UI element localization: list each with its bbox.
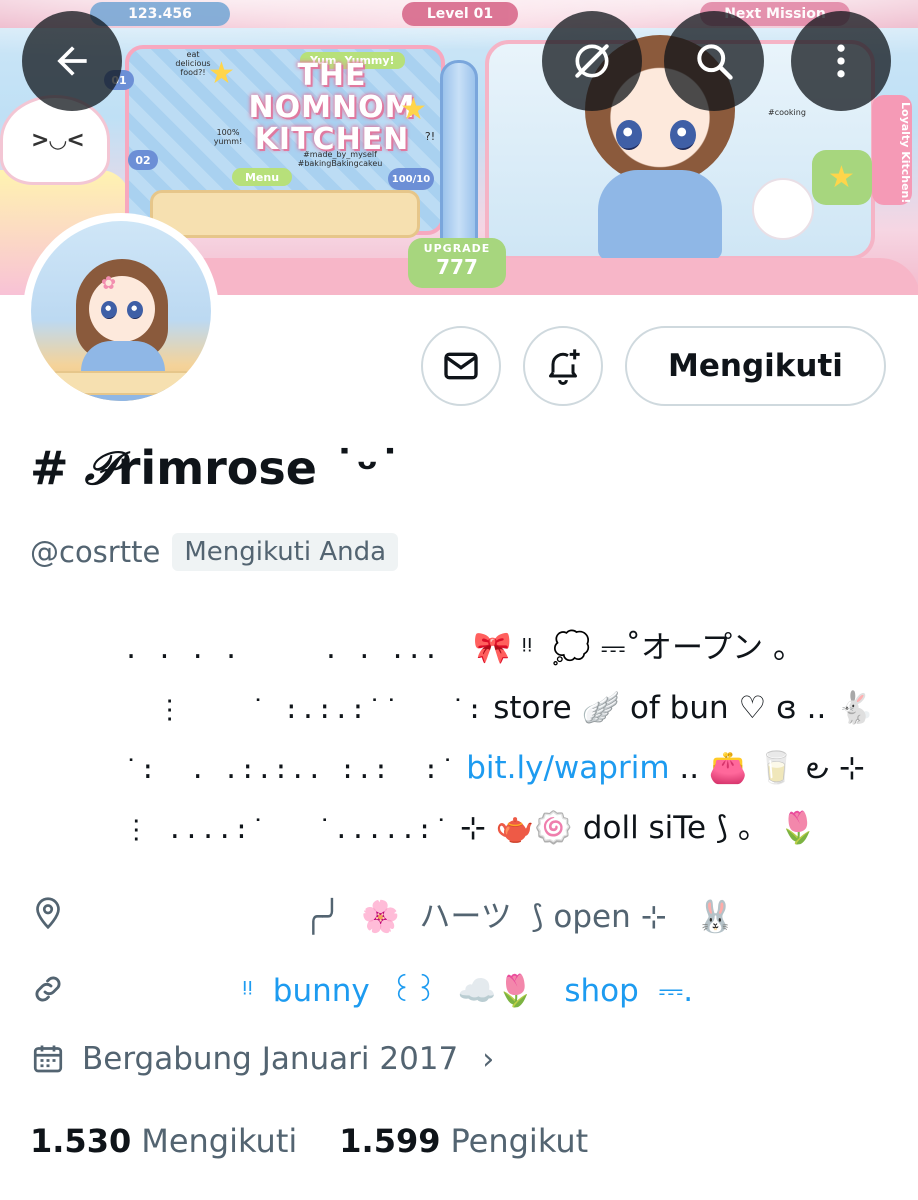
banner-badge-02: 02 bbox=[128, 150, 158, 170]
chevron-right-icon: › bbox=[482, 1041, 495, 1077]
follows-you-badge: Mengikuti Anda bbox=[172, 533, 399, 571]
flower-icon: ✿ bbox=[101, 273, 117, 294]
bio-text: 🎀 ᵎᵎ 💭 ⎓˚オープン 。 bbox=[473, 630, 804, 666]
avatar-image: ✿ bbox=[31, 221, 211, 401]
star-icon: ★ bbox=[208, 56, 235, 91]
website-link[interactable]: ᵎᵎ bunny ꒰꒱ ☁️🌷 shop ⎓. bbox=[242, 968, 693, 1010]
star-icon: ★ bbox=[828, 160, 855, 195]
bio-line: ⋮ ....:˙ ˙.....:˙ ⊹ 🫖🍥 doll siTe ⟆ 。 🌷 bbox=[0, 804, 918, 852]
banner-column bbox=[440, 60, 478, 260]
banner-hashtags: #made_by_myself #bakingBakingcakeu bbox=[297, 150, 383, 168]
display-name-prefix: # bbox=[30, 441, 85, 495]
bio-text: ⊹ 🫖🍥 doll siTe ⟆ 。 🌷 bbox=[450, 810, 818, 846]
back-button[interactable] bbox=[22, 11, 122, 111]
bio-text: store 🪽 of bun ♡ ɞ .. 🐇 bbox=[483, 690, 875, 726]
eye-icon bbox=[127, 301, 143, 319]
banner-upgrade-label: UPGRADE bbox=[423, 242, 491, 255]
followers-label: Pengikut bbox=[450, 1122, 589, 1160]
more-vertical-icon bbox=[837, 44, 845, 78]
display-name: # 𝒫rimrose ˙ᵕ˙ bbox=[30, 438, 401, 498]
location-row: ╭╯ 🌸 ハーツ ⟆ open ⊹ 🐰 bbox=[30, 888, 890, 938]
bio-dots: ⋮ ˙ :.:.:˙˙ ˙: bbox=[90, 695, 484, 725]
banner-pink-wave bbox=[160, 258, 918, 295]
link-icon bbox=[35, 976, 61, 1002]
envelope-icon bbox=[444, 352, 478, 380]
joined-text: Bergabung Januari 2017 bbox=[82, 1041, 459, 1077]
following-stat[interactable]: 1.530 Mengikuti bbox=[30, 1122, 297, 1160]
eye-icon bbox=[101, 301, 117, 319]
banner-cooking-note: #cooking bbox=[768, 108, 806, 117]
calendar-icon bbox=[33, 1045, 63, 1073]
star-icon: ★ bbox=[400, 92, 427, 127]
banner-percent-note: 100% yumm! bbox=[213, 128, 243, 146]
banner-upgrade: UPGRADE 777 bbox=[408, 238, 506, 288]
website-row: ᵎᵎ bunny ꒰꒱ ☁️🌷 shop ⎓. bbox=[30, 964, 890, 1014]
banner-loyal: Loyalty Kitchen! bbox=[872, 95, 912, 205]
more-button[interactable] bbox=[791, 11, 891, 111]
eye-icon bbox=[616, 120, 642, 150]
display-name-rest: rimrose ˙ᵕ˙ bbox=[117, 441, 402, 495]
bell-plus-icon bbox=[549, 349, 580, 385]
search-icon bbox=[697, 44, 733, 80]
banner-shelf bbox=[150, 190, 420, 238]
avatar[interactable]: ✿ bbox=[23, 213, 219, 409]
location-text: ╭╯ 🌸 ハーツ ⟆ open ⊹ 🐰 bbox=[304, 898, 735, 935]
bio-text: .. 👛 🥛 ౿ ⊹ bbox=[669, 750, 865, 786]
banner-upgrade-value: 777 bbox=[436, 255, 478, 279]
handle-row: @cosrtte Mengikuti Anda bbox=[30, 530, 399, 574]
bio-link[interactable]: bit.ly/waprim bbox=[456, 750, 669, 786]
banner-girl-body bbox=[598, 170, 722, 260]
banner-bunny-left: >◡< bbox=[0, 95, 110, 185]
bio-dots: . . . . . . ... bbox=[90, 635, 474, 665]
location-pin-icon bbox=[36, 897, 60, 930]
bio-dots: ⋮ ....:˙ ˙.....:˙ bbox=[90, 815, 451, 845]
banner-score: 123.456 bbox=[90, 2, 230, 26]
eye-icon bbox=[670, 120, 696, 150]
bio-line: ˙: . .:.:.. :.: :˙ bit.ly/waprim .. 👛 🥛 … bbox=[0, 744, 918, 792]
user-handle: @cosrtte bbox=[30, 535, 161, 569]
banner-menu: Menu bbox=[232, 168, 292, 186]
bio-line: . . . . . . ... 🎀 ᵎᵎ 💭 ⎓˚オープン 。 bbox=[0, 624, 918, 672]
followers-stat[interactable]: 1.599 Pengikut bbox=[339, 1122, 588, 1160]
search-button[interactable] bbox=[664, 11, 764, 111]
bio-dots: ˙: . .:.:.. :.: :˙ bbox=[90, 755, 457, 785]
following-button[interactable]: Mengikuti bbox=[625, 326, 886, 406]
back-arrow-icon bbox=[57, 46, 87, 76]
notify-button[interactable] bbox=[523, 326, 603, 406]
following-label: Mengikuti bbox=[141, 1122, 298, 1160]
bunny-face-icon: >◡< bbox=[31, 128, 85, 153]
following-count: 1.530 bbox=[30, 1122, 132, 1160]
avatar-face bbox=[89, 276, 155, 342]
banner-level: Level 01 bbox=[402, 2, 518, 26]
follow-stats: 1.530 Mengikuti 1.599 Pengikut bbox=[30, 1116, 588, 1166]
avatar-shelf bbox=[51, 371, 191, 395]
display-name-script: 𝒫 bbox=[84, 441, 118, 495]
grok-button[interactable] bbox=[542, 11, 642, 111]
followers-count: 1.599 bbox=[339, 1122, 441, 1160]
banner-counter: 100/10 bbox=[388, 168, 434, 190]
banner-bunny-right bbox=[752, 178, 814, 240]
banner-question: ?! bbox=[424, 130, 436, 143]
grok-icon bbox=[575, 44, 609, 78]
joined-row[interactable]: Bergabung Januari 2017 › bbox=[30, 1034, 890, 1084]
bio-line: ⋮ ˙ :.:.:˙˙ ˙: store 🪽 of bun ♡ ɞ .. 🐇 bbox=[0, 684, 918, 732]
message-button[interactable] bbox=[421, 326, 501, 406]
